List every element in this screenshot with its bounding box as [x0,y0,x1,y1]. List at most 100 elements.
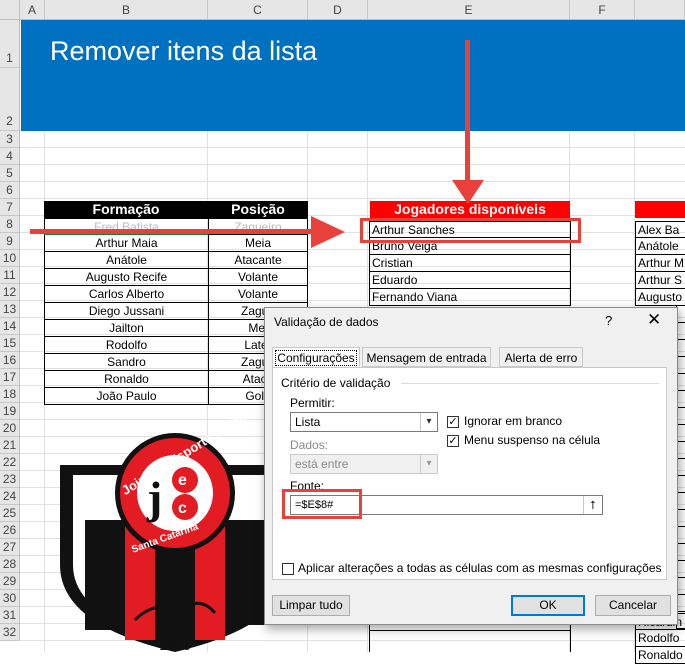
row-header-20[interactable]: 20 [0,420,20,437]
row-header-21[interactable]: 21 [0,437,20,454]
close-icon[interactable]: ✕ [647,310,661,330]
row-header-8[interactable]: 8 [0,216,20,233]
column-header-e[interactable]: E [368,0,570,20]
tab-mensagem-entrada[interactable]: Mensagem de entrada [362,347,491,367]
table-row-player[interactable]: Augusto Recife [44,269,209,286]
settings-panel: Critério de validação Permitir: Lista ▾ … [272,367,667,580]
list-item[interactable]: Alex Ba [635,221,685,238]
row-header-31[interactable]: 31 [0,607,20,624]
list-item[interactable]: Arthur M [635,255,685,272]
row-header-22[interactable]: 22 [0,454,20,471]
table-row-position[interactable]: Volante [208,286,308,303]
svg-text:c: c [178,500,187,517]
aplicar-checkbox[interactable] [282,563,294,575]
table-row-player[interactable]: Diego Jussani [44,303,209,320]
row-header-14[interactable]: 14 [0,318,20,335]
row-header-25[interactable]: 25 [0,505,20,522]
list-item[interactable]: Ronaldo [635,647,685,664]
logo-year: 1976 [159,637,190,652]
row-header-10[interactable]: 10 [0,250,20,267]
row-header-16[interactable]: 16 [0,352,20,369]
table-row-player[interactable]: Anátole [44,252,209,269]
highlight-e8-box [360,218,581,243]
row-header-3[interactable]: 3 [0,131,20,148]
highlight-fonte-box [282,489,362,519]
column-header-c[interactable]: C [208,0,308,20]
table-row-player[interactable]: João Paulo [44,388,209,405]
row-header-27[interactable]: 27 [0,539,20,556]
ignorar-label: Ignorar em branco [464,414,563,428]
help-button[interactable]: ? [605,313,612,328]
table-row-position[interactable]: Meia [208,235,308,252]
header-posicao: Posição [208,201,308,218]
table-row-position[interactable]: Atacante [208,252,308,269]
row-header-26[interactable]: 26 [0,522,20,539]
list-item[interactable]: Cristian [369,255,571,272]
list-item[interactable]: Augusto [635,289,685,306]
row-header-13[interactable]: 13 [0,301,20,318]
header-right-list [635,201,685,218]
table-row-player[interactable]: Rodolfo [44,337,209,354]
row-header-5[interactable]: 5 [0,165,20,182]
column-header-a[interactable]: A [20,0,45,20]
right-arrow-head [311,216,345,248]
list-item[interactable]: Rodolfo [635,630,685,647]
row-header-18[interactable]: 18 [0,386,20,403]
ignorar-checkbox[interactable]: ✓ [447,416,459,428]
menu-suspenso-label: Menu suspenso na célula [464,433,601,447]
row-header-9[interactable]: 9 [0,233,20,250]
column-header-b[interactable]: B [45,0,208,20]
ok-button[interactable]: OK [511,595,585,616]
right-arrow [30,229,315,234]
column-header-g[interactable] [635,0,685,20]
row-header-6[interactable]: 6 [0,182,20,199]
dados-label: Dados: [290,438,329,452]
cancel-button[interactable]: Cancelar [595,595,671,616]
row-header-23[interactable]: 23 [0,471,20,488]
banner-title: Remover itens da lista [50,36,318,66]
table-row-position[interactable]: Volante [208,269,308,286]
row-header-15[interactable]: 15 [0,335,20,352]
table-row-player[interactable]: Ronaldo [44,371,209,388]
list-item[interactable]: Anátole [635,238,685,255]
row-header-24[interactable]: 24 [0,488,20,505]
dialog-title: Validação de dados [274,315,379,329]
row-header-7[interactable]: 7 [0,199,20,216]
row-header-11[interactable]: 11 [0,267,20,284]
table-row-player[interactable]: Arthur Maia [44,235,209,252]
down-arrow [465,40,470,185]
row-header-1[interactable]: 1 [0,20,20,68]
tab-alerta-erro[interactable]: Alerta de erro [499,347,583,367]
row-header-4[interactable]: 4 [0,148,20,165]
list-item[interactable]: Fernando Viana [369,289,571,306]
collapse-range-icon[interactable]: ⭡ [583,496,602,514]
row-header-19[interactable]: 19 [0,403,20,420]
row-header-32[interactable]: 32 [0,624,20,641]
row-header-29[interactable]: 29 [0,573,20,590]
tab-configuracoes[interactable]: Configurações [272,347,360,368]
aplicar-label: Aplicar alterações a todas as células co… [298,561,662,575]
select-all-corner[interactable] [0,0,20,20]
limpar-tudo-button[interactable]: Limpar tudo [272,595,350,616]
row-header-17[interactable]: 17 [0,369,20,386]
header-formacao: Formação [44,201,208,218]
list-item[interactable]: Arthur S [635,272,685,289]
chevron-down-icon: ▾ [420,455,437,473]
table-row-player[interactable]: Sandro [44,354,209,371]
menu-suspenso-checkbox[interactable]: ✓ [447,435,459,447]
table-row-player[interactable]: Carlos Alberto [44,286,209,303]
chevron-down-icon: ▾ [420,413,437,431]
table-row-player[interactable]: Jailton [44,320,209,337]
tab-configuracoes-label: Configurações [275,350,357,366]
column-header-d[interactable]: D [308,0,368,20]
down-arrow-head [452,180,484,204]
column-header-f[interactable]: F [570,0,635,20]
criteria-label: Critério de validação [281,376,391,390]
row-header-28[interactable]: 28 [0,556,20,573]
row-header-2[interactable]: 2 [0,68,20,131]
row-header-30[interactable]: 30 [0,590,20,607]
dados-select[interactable]: está entre ▾ [290,454,438,474]
permitir-select[interactable]: Lista ▾ [290,412,438,432]
list-item[interactable]: Eduardo [369,272,571,289]
row-header-12[interactable]: 12 [0,284,20,301]
